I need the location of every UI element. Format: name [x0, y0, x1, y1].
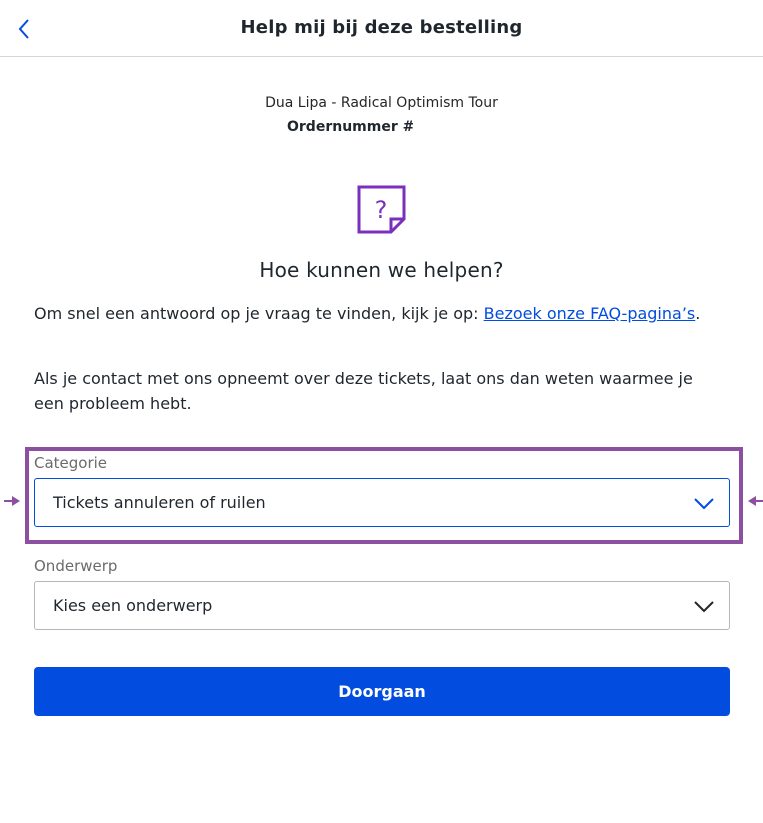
continue-button[interactable]: Doorgaan [34, 667, 730, 716]
chevron-down-icon [694, 601, 714, 613]
section-heading: Hoe kunnen we helpen? [259, 258, 504, 282]
subject-label: Onderwerp [34, 557, 118, 575]
arrow-right-icon [4, 496, 20, 506]
header: Help mij bij deze bestelling [0, 0, 763, 57]
event-name: Dua Lipa - Radical Optimism Tour [265, 95, 498, 111]
category-value: Tickets annuleren of ruilen [53, 493, 266, 512]
chevron-down-icon [694, 498, 714, 510]
question-mark-icon: ? [357, 185, 406, 234]
svg-text:?: ? [375, 196, 388, 224]
category-select[interactable]: Tickets annuleren of ruilen [34, 478, 730, 527]
order-number: Ordernummer #3 [287, 119, 413, 135]
subject-value: Kies een onderwerp [53, 596, 213, 615]
faq-paragraph: Om snel een antwoord op je vraag te vind… [34, 301, 724, 326]
subject-select[interactable]: Kies een onderwerp [34, 581, 730, 630]
faq-suffix: . [695, 304, 701, 323]
page-title: Help mij bij deze bestelling [240, 17, 523, 38]
faq-text: Om snel een antwoord op je vraag te vind… [34, 304, 484, 323]
category-label: Categorie [34, 454, 108, 472]
page: Help mij bij deze bestelling Dua Lipa - … [0, 0, 763, 823]
contact-paragraph: Als je contact met ons opneemt over deze… [34, 369, 693, 413]
faq-link[interactable]: Bezoek onze FAQ-pagina’s [484, 304, 696, 323]
arrow-left-icon [748, 496, 763, 506]
